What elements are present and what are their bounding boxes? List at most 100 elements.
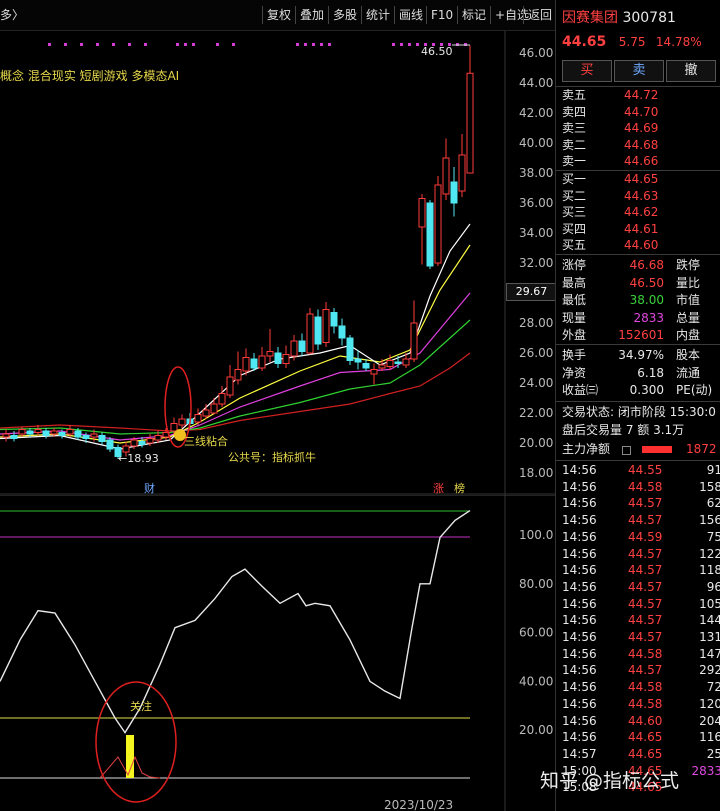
menu-icon[interactable] <box>622 446 631 455</box>
ask-label: 卖四 <box>562 104 587 119</box>
candle[interactable] <box>442 138 450 201</box>
toolbar-button-1[interactable]: 叠加 <box>297 6 327 24</box>
toolbar-button-3[interactable]: 统计 <box>363 6 393 24</box>
tick-time: 14:56 <box>562 529 597 544</box>
candle[interactable] <box>2 429 10 442</box>
candle[interactable] <box>178 414 186 429</box>
tick-row: 14:56 44.60 204 <box>562 713 720 730</box>
candle[interactable] <box>322 302 330 347</box>
candle[interactable] <box>370 363 378 385</box>
bid-row-2[interactable]: 买三 44.62 <box>562 204 720 221</box>
candle[interactable] <box>242 348 250 376</box>
toolbar-button-0[interactable]: 复权 <box>264 6 294 24</box>
divider <box>556 344 720 345</box>
ask-row-2[interactable]: 卖三 44.69 <box>562 120 720 137</box>
candle[interactable] <box>466 45 474 174</box>
candle[interactable] <box>274 347 282 368</box>
trade-status: 交易状态: 闭市阶段 15:30:0 <box>562 405 716 419</box>
ranking-marker[interactable]: 榜 <box>454 480 465 496</box>
bid-row-4[interactable]: 买五 44.60 <box>562 237 720 254</box>
ask-price: 44.72 <box>624 88 659 102</box>
y-tick-label: 100.0 <box>519 528 553 542</box>
ask-price: 44.69 <box>624 121 659 135</box>
main-net-label[interactable]: 主力净额 <box>562 442 610 456</box>
cancel-button[interactable]: 撤 <box>666 60 716 82</box>
candle[interactable] <box>282 345 290 369</box>
bid-price: 44.65 <box>624 172 659 186</box>
candle[interactable] <box>42 428 50 439</box>
y-tick-label: 28.00 <box>519 316 553 330</box>
toolbar-button-2[interactable]: 多股 <box>330 6 360 24</box>
indicator-chart[interactable]: 100.0 80.00 60.00 40.00 20.00 2023/10/23 <box>0 495 555 811</box>
candle[interactable] <box>234 351 242 385</box>
stat-row-2: 最低 38.00 市值 <box>562 292 720 309</box>
breadcrumb[interactable]: 多〉 <box>0 6 24 23</box>
y-tick-label: 18.00 <box>519 466 553 480</box>
candle[interactable] <box>450 167 458 217</box>
stock-name: 因赛集团 <box>562 10 618 26</box>
candle[interactable] <box>210 398 218 415</box>
tick-row: 14:56 44.57 62 <box>562 495 720 512</box>
signal-dot <box>312 43 315 46</box>
toolbar-button-4[interactable]: 画线 <box>396 6 426 24</box>
ask-row-3[interactable]: 卖二 44.68 <box>562 137 720 154</box>
candle[interactable] <box>10 431 18 442</box>
candle[interactable] <box>226 365 234 398</box>
candle[interactable] <box>346 335 354 365</box>
tick-price: 44.60 <box>628 713 663 728</box>
toolbar-button-8[interactable]: 返回 <box>525 6 555 24</box>
tick-row: 14:56 44.58 72 <box>562 679 720 696</box>
bid-row-0[interactable]: 买一 44.65 <box>562 171 720 188</box>
ask-row-0[interactable]: 卖五 44.72 <box>562 87 720 104</box>
candle[interactable] <box>338 318 346 346</box>
candlestick-chart[interactable]: 46.00 44.00 42.00 40.00 38.00 36.00 34.00 32.00… <box>0 31 555 495</box>
candle[interactable] <box>298 333 306 357</box>
tick-volume: 118 <box>699 563 720 578</box>
tick-time: 14:56 <box>562 713 597 728</box>
ask-row-4[interactable]: 卖一 44.66 <box>562 153 720 170</box>
candle[interactable] <box>354 350 362 370</box>
toolbar-separator <box>457 6 458 24</box>
bid-label: 买一 <box>562 172 587 186</box>
candle[interactable] <box>330 308 338 334</box>
signal-dot <box>144 43 147 46</box>
candle[interactable] <box>258 347 266 371</box>
y-tick-label: 26.00 <box>519 346 553 360</box>
candle[interactable] <box>418 194 426 265</box>
candle[interactable] <box>434 176 442 266</box>
bid-row-3[interactable]: 买四 44.61 <box>562 221 720 238</box>
concept-tags: 概念 混合现实 短剧游戏 多模态AI <box>0 69 180 83</box>
y-tick-label: 44.00 <box>519 76 553 90</box>
bid-row-1[interactable]: 买二 44.63 <box>562 188 720 205</box>
tick-price: 44.59 <box>628 529 663 544</box>
candle[interactable] <box>426 200 434 269</box>
tick-volume: 116 <box>699 730 720 745</box>
candle[interactable] <box>410 300 418 363</box>
sell-button[interactable]: 卖 <box>614 60 664 82</box>
buy-button[interactable]: 买 <box>562 60 612 82</box>
stat-label-2: 总量 <box>676 310 701 325</box>
signal-dot <box>48 43 51 46</box>
ask-row-1[interactable]: 卖四 44.70 <box>562 104 720 121</box>
tick-row: 14:56 44.57 96 <box>562 579 720 596</box>
candle[interactable] <box>306 308 314 355</box>
toolbar-separator <box>523 6 524 24</box>
candle[interactable] <box>314 309 322 351</box>
y-tick-label: 34.00 <box>519 226 553 240</box>
toolbar-button-6[interactable]: 标记 <box>459 6 489 24</box>
y-tick-label: 38.00 <box>519 166 553 180</box>
toolbar-separator <box>295 6 296 24</box>
candle[interactable] <box>458 134 466 197</box>
tick-volume: 144 <box>699 613 720 628</box>
candle[interactable] <box>266 329 274 362</box>
tick-time: 14:56 <box>562 579 597 594</box>
candle[interactable] <box>98 432 106 445</box>
bid-price: 44.63 <box>624 188 659 203</box>
toolbar-button-5[interactable]: F10 <box>428 6 456 24</box>
finance-marker[interactable]: 财 <box>144 480 155 496</box>
limit-up-marker[interactable]: 涨 <box>433 480 444 496</box>
tick-volume: 72 <box>706 680 720 695</box>
watermark: 知乎 @指标公式 <box>540 770 680 792</box>
candle[interactable] <box>250 353 258 371</box>
candle[interactable] <box>218 386 226 407</box>
